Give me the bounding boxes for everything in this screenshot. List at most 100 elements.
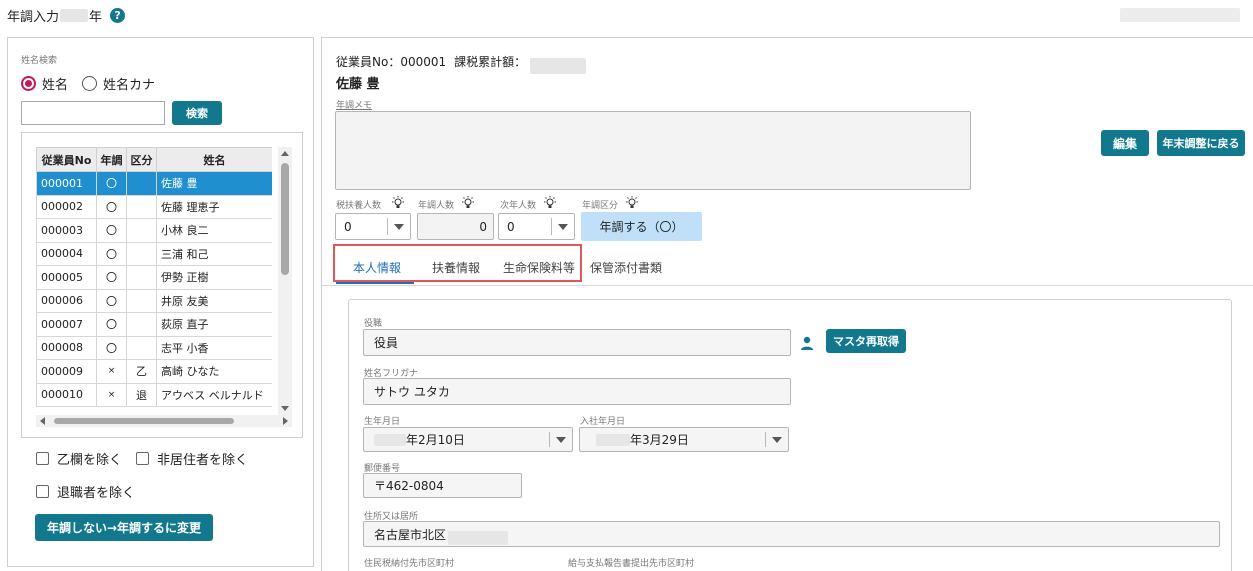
employee-table-header: 従業員No 年調 区分 姓名 [36,147,272,172]
address-field[interactable]: 名古屋市北区 [363,521,1220,547]
hire-date-select[interactable]: 年3月29日 [579,427,789,452]
nencho-kubun-button[interactable]: 年調する（〇） [581,212,702,241]
col-header-kubun[interactable]: 区分 [126,147,157,172]
redacted-birth-year [374,433,406,446]
scroll-thumb-horizontal[interactable] [54,418,234,424]
detail-tabs: 本人情報 扶養情報 生命保険料等 保管添付書類 [322,244,1253,287]
cell-kubun [126,194,157,219]
scroll-up-icon[interactable] [281,151,289,156]
table-row[interactable]: 000006 〇 井原 友美 [36,288,272,313]
col-header-no[interactable]: 従業員No [36,147,97,172]
table-row[interactable]: 000008 〇 志平 小香 [36,335,272,360]
nencho-count-label: 年調人数 [418,201,455,211]
cell-nencho: 〇 [96,218,127,243]
nencho-count-field: 0 [417,213,494,240]
table-row[interactable]: 000005 〇 伊勢 正樹 [36,265,272,290]
change-nencho-button[interactable]: 年調しない→年調するに変更 [35,514,213,541]
exclude-nonresident-checkbox[interactable] [136,452,150,465]
memo-label: 年調メモ [336,101,373,111]
table-row[interactable]: 000007 〇 荻原 直子 [36,312,272,337]
search-button[interactable]: 検索 [172,101,222,125]
cell-nencho: 〇 [96,288,127,313]
cell-kubun [126,171,157,196]
back-to-nencho-button[interactable]: 年末調整に戻る [1157,130,1245,156]
redacted-hire-year [596,433,630,446]
kana-value: サトウ ユタカ [374,385,450,399]
cell-name: 高崎 ひなた [156,359,272,384]
bulb-icon [544,196,556,213]
cell-name: 小林 良二 [156,218,272,243]
chevron-down-icon [394,223,404,230]
tab-personal-info[interactable]: 本人情報 [353,259,401,276]
hire-value: 年3月29日 [630,433,689,447]
cell-kubun [126,241,157,266]
help-circle-icon[interactable]: ? [110,8,126,23]
dependent-count-label: 税扶養人数 [336,201,382,211]
position-field[interactable]: 役員 [363,329,791,356]
employee-table-viewport: 従業員No 年調 区分 姓名 000001 〇佐藤 豊 000002 〇佐藤 理恵子 0… [36,147,272,415]
cell-nencho: 〇 [96,335,127,360]
birth-value: 年2月10日 [406,433,465,447]
tab-dependents[interactable]: 扶養情報 [432,259,480,276]
position-value: 役員 [374,336,399,350]
cell-nencho: 〇 [96,241,127,266]
edit-button[interactable]: 編集 [1101,130,1149,156]
scroll-thumb[interactable] [281,163,289,275]
exclude-otsu-checkbox[interactable] [36,452,49,465]
birth-date-select[interactable]: 年2月10日 [363,427,573,452]
tab-attachments[interactable]: 保管添付書類 [590,259,662,276]
employee-search-panel: 姓名検索 姓名 姓名カナ 検索 従業員No 年調 区分 姓名 000001 〇佐藤… [7,37,314,567]
page-title-suffix: 年 [89,10,103,25]
radio-name-selected[interactable] [21,76,36,91]
table-row[interactable]: 000002 〇 佐藤 理恵子 [36,194,272,219]
dependent-count-select[interactable]: 0 [335,213,411,240]
cell-kubun [126,335,157,360]
page-title-prefix: 年調入力 [7,10,60,25]
cell-name: 三浦 和己 [156,241,272,266]
tab-life-insurance[interactable]: 生命保険料等 [503,259,575,276]
cell-name: アウベス ベルナルド [156,382,272,407]
table-horizontal-scrollbar[interactable] [36,415,292,427]
next-year-count-label: 次年人数 [500,201,537,211]
cell-kubun [126,218,157,243]
exclude-nonresident-label: 非居住者を除く [157,453,249,468]
table-row[interactable]: 000004 〇 三浦 和己 [36,241,272,266]
redacted-taxable-total [530,58,587,74]
cell-kubun: 退 [126,382,157,407]
scroll-down-icon[interactable] [281,406,289,411]
master-refresh-button[interactable]: マスタ再取得 [826,329,906,353]
col-header-nencho[interactable]: 年調 [96,147,127,172]
table-row[interactable]: 000009 × 乙高崎 ひなた [36,359,272,384]
cell-nencho: 〇 [96,265,127,290]
radio-name-label: 姓名 [42,78,69,93]
person-icon[interactable] [799,335,815,354]
cell-employee-no: 000005 [36,265,97,290]
kana-field[interactable]: サトウ ユタカ [363,378,791,405]
exclude-retired-checkbox[interactable] [36,485,49,498]
birth-label: 生年月日 [364,417,401,427]
employee-detail-panel: 従業員No：000001 課税累計額： 佐藤 豊 年調メモ 編集 年末調整に戻る… [321,37,1253,571]
next-year-count-value: 0 [507,219,515,234]
scroll-left-icon[interactable] [40,417,45,425]
cell-kubun [126,312,157,337]
employee-table: 従業員No 年調 区分 姓名 000001 〇佐藤 豊 000002 〇佐藤 理恵子 0… [36,147,272,407]
next-year-count-select[interactable]: 0 [498,213,575,240]
cell-name: 志平 小香 [156,335,272,360]
zip-field[interactable]: 〒462-0804 [363,473,522,498]
col-header-name[interactable]: 姓名 [156,147,272,172]
table-vertical-scrollbar[interactable] [278,147,292,415]
radio-kana[interactable] [82,76,98,91]
scroll-right-icon[interactable] [283,417,288,425]
employee-name: 佐藤 豊 [336,77,380,92]
search-input[interactable] [21,101,165,125]
radio-kana-label: 姓名カナ [103,78,156,93]
table-row[interactable]: 000001 〇 佐藤 豊 [36,171,272,196]
cell-name: 荻原 直子 [156,312,272,337]
table-row[interactable]: 000010 × 退アウベス ベルナルド [36,382,272,407]
page-title: 年調入力 年 ? [7,6,126,25]
cell-name: 佐藤 理恵子 [156,194,272,219]
chevron-down-icon [556,436,566,443]
memo-textarea[interactable] [335,111,971,190]
table-row[interactable]: 000003 〇 小林 良二 [36,218,272,243]
hire-label: 入社年月日 [580,417,626,427]
